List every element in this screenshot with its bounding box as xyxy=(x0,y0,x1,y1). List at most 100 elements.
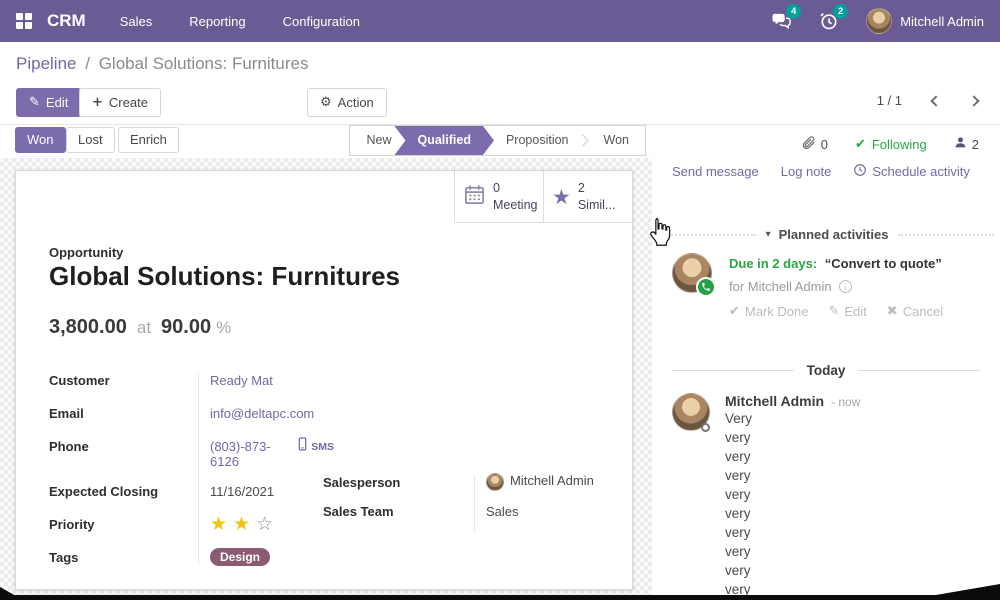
stage-qualified[interactable]: Qualified xyxy=(394,126,493,155)
phone-call-badge-icon xyxy=(696,277,716,297)
sales-team-value: Sales xyxy=(475,502,519,519)
attachments-count: 0 xyxy=(821,137,828,152)
breadcrumb-pipeline-link[interactable]: Pipeline xyxy=(16,54,77,73)
star-filled-icon[interactable]: ★ xyxy=(233,515,250,533)
expected-closing-row: Expected Closing 11/16/2021 xyxy=(49,482,334,502)
schedule-activity-button[interactable]: Schedule activity xyxy=(853,163,970,180)
star-empty-icon[interactable]: ☆ xyxy=(256,515,273,533)
create-button[interactable]: + Create xyxy=(79,88,161,117)
meeting-count: 0 xyxy=(493,180,537,196)
customer-label: Customer xyxy=(49,371,199,388)
apps-menu-icon[interactable] xyxy=(16,13,32,29)
phone-link[interactable]: (803)-873-6126 xyxy=(199,437,282,469)
opportunity-title: Global Solutions: Furnitures xyxy=(49,261,400,292)
menu-sales[interactable]: Sales xyxy=(120,14,153,29)
message-line: very xyxy=(725,542,860,561)
messages-badge: 4 xyxy=(786,4,801,19)
activities-badge: 2 xyxy=(833,4,848,19)
sales-team-row: Sales Team Sales xyxy=(323,502,613,522)
message-line: Very xyxy=(725,409,860,428)
salesperson-value[interactable]: Mitchell Admin xyxy=(475,473,595,491)
sms-label: SMS xyxy=(311,441,334,453)
stage-statusbar: New Qualified Proposition Won xyxy=(349,125,646,156)
message-item: Mitchell Admin - now Very very very very… xyxy=(672,393,994,599)
log-note-button[interactable]: Log note xyxy=(781,164,832,179)
messages-menu[interactable]: 4 xyxy=(771,11,792,31)
pencil-icon: ✎ xyxy=(828,304,839,319)
chevron-down-icon: ▾ xyxy=(766,229,771,240)
pencil-icon: ✎ xyxy=(29,94,40,111)
star-filled-icon[interactable]: ★ xyxy=(210,515,227,533)
attachments-button[interactable]: 0 xyxy=(801,135,828,153)
status-button-row: Won Lost Enrich New Qualified Propositio… xyxy=(0,125,652,158)
presence-icon xyxy=(701,423,710,432)
sales-team-label: Sales Team xyxy=(323,502,475,519)
pager: 1 / 1 xyxy=(877,93,978,108)
activities-menu[interactable]: 2 xyxy=(819,11,839,31)
chat-bubbles-icon xyxy=(771,18,792,35)
salesperson-label: Salesperson xyxy=(323,473,475,490)
enrich-button[interactable]: Enrich xyxy=(118,127,179,153)
send-sms-button[interactable]: SMS xyxy=(298,437,334,456)
info-icon: i xyxy=(839,280,852,293)
bottom-artifact-bar xyxy=(0,595,1000,600)
meeting-label: Meeting xyxy=(493,197,537,213)
stage-won[interactable]: Won xyxy=(588,126,645,155)
phone-label: Phone xyxy=(49,437,199,454)
mark-lost-button[interactable]: Lost xyxy=(66,127,115,153)
message-timestamp: - now xyxy=(831,395,860,409)
breadcrumb-current: Global Solutions: Furnitures xyxy=(99,54,309,73)
activity-summary: “Convert to quote” xyxy=(825,256,942,271)
message-line: very xyxy=(725,523,860,542)
activity-cancel-button[interactable]: ✖ Cancel xyxy=(887,304,943,319)
mark-done-button[interactable]: ✔ Mark Done xyxy=(729,304,808,319)
expected-revenue-row: 3,800.00 at 90.00 % xyxy=(49,316,231,339)
paperclip-icon xyxy=(801,135,816,153)
salesperson-row: Salesperson Mitchell Admin xyxy=(323,473,613,493)
similar-leads-stat-button[interactable]: ★ 2 Simil... xyxy=(543,171,632,223)
activity-due-text: Due in 2 days: xyxy=(729,256,817,271)
priority-stars[interactable]: ★ ★ ☆ xyxy=(199,515,273,533)
chatter-panel: 0 ✔ Following 2 Send message Log note Sc… xyxy=(652,125,1000,600)
stat-button-box: 0 Meeting ★ 2 Simil... xyxy=(454,171,632,223)
record-type-label: Opportunity xyxy=(49,245,123,260)
meetings-stat-button[interactable]: 0 Meeting xyxy=(454,171,543,223)
message-line: very xyxy=(725,466,860,485)
user-menu[interactable]: Mitchell Admin xyxy=(866,8,984,34)
menu-reporting[interactable]: Reporting xyxy=(189,14,245,29)
app-title[interactable]: CRM xyxy=(47,11,86,31)
pager-previous-icon[interactable] xyxy=(930,95,941,106)
email-link[interactable]: info@deltapc.com xyxy=(199,404,314,421)
mobile-phone-icon xyxy=(298,437,307,456)
today-divider: Today xyxy=(672,363,980,378)
pager-next-icon[interactable] xyxy=(968,95,979,106)
check-icon: ✔ xyxy=(729,304,740,319)
stage-proposition[interactable]: Proposition xyxy=(483,126,585,155)
following-toggle[interactable]: ✔ Following xyxy=(855,137,927,152)
priority-row: Priority ★ ★ ☆ xyxy=(49,515,334,535)
followers-button[interactable]: 2 xyxy=(954,136,979,152)
activity-edit-button[interactable]: ✎ Edit xyxy=(828,304,866,319)
mark-won-button[interactable]: Won xyxy=(15,127,66,153)
phone-row: Phone (803)-873-6126 SMS xyxy=(49,437,334,469)
message-line: very xyxy=(725,428,860,447)
menu-configuration[interactable]: Configuration xyxy=(283,14,360,29)
customer-row: Customer Ready Mat xyxy=(49,371,334,391)
send-message-button[interactable]: Send message xyxy=(672,164,759,179)
message-line: very xyxy=(725,447,860,466)
email-label: Email xyxy=(49,404,199,421)
email-row: Email info@deltapc.com xyxy=(49,404,334,424)
action-button[interactable]: ⚙ Action xyxy=(307,88,387,117)
expected-revenue: 3,800.00 xyxy=(49,316,127,339)
activity-clock-icon xyxy=(819,18,839,35)
customer-link[interactable]: Ready Mat xyxy=(199,371,273,388)
salesperson-avatar xyxy=(486,473,504,491)
edit-button[interactable]: ✎ Edit xyxy=(16,88,81,117)
tags-label: Tags xyxy=(49,548,199,565)
user-name: Mitchell Admin xyxy=(900,14,984,29)
dotted-divider xyxy=(660,234,756,236)
priority-label: Priority xyxy=(49,515,199,532)
at-token: at xyxy=(137,318,151,338)
planned-activities-toggle[interactable]: ▾ Planned activities xyxy=(766,227,889,242)
similar-label: Simil... xyxy=(578,197,616,213)
